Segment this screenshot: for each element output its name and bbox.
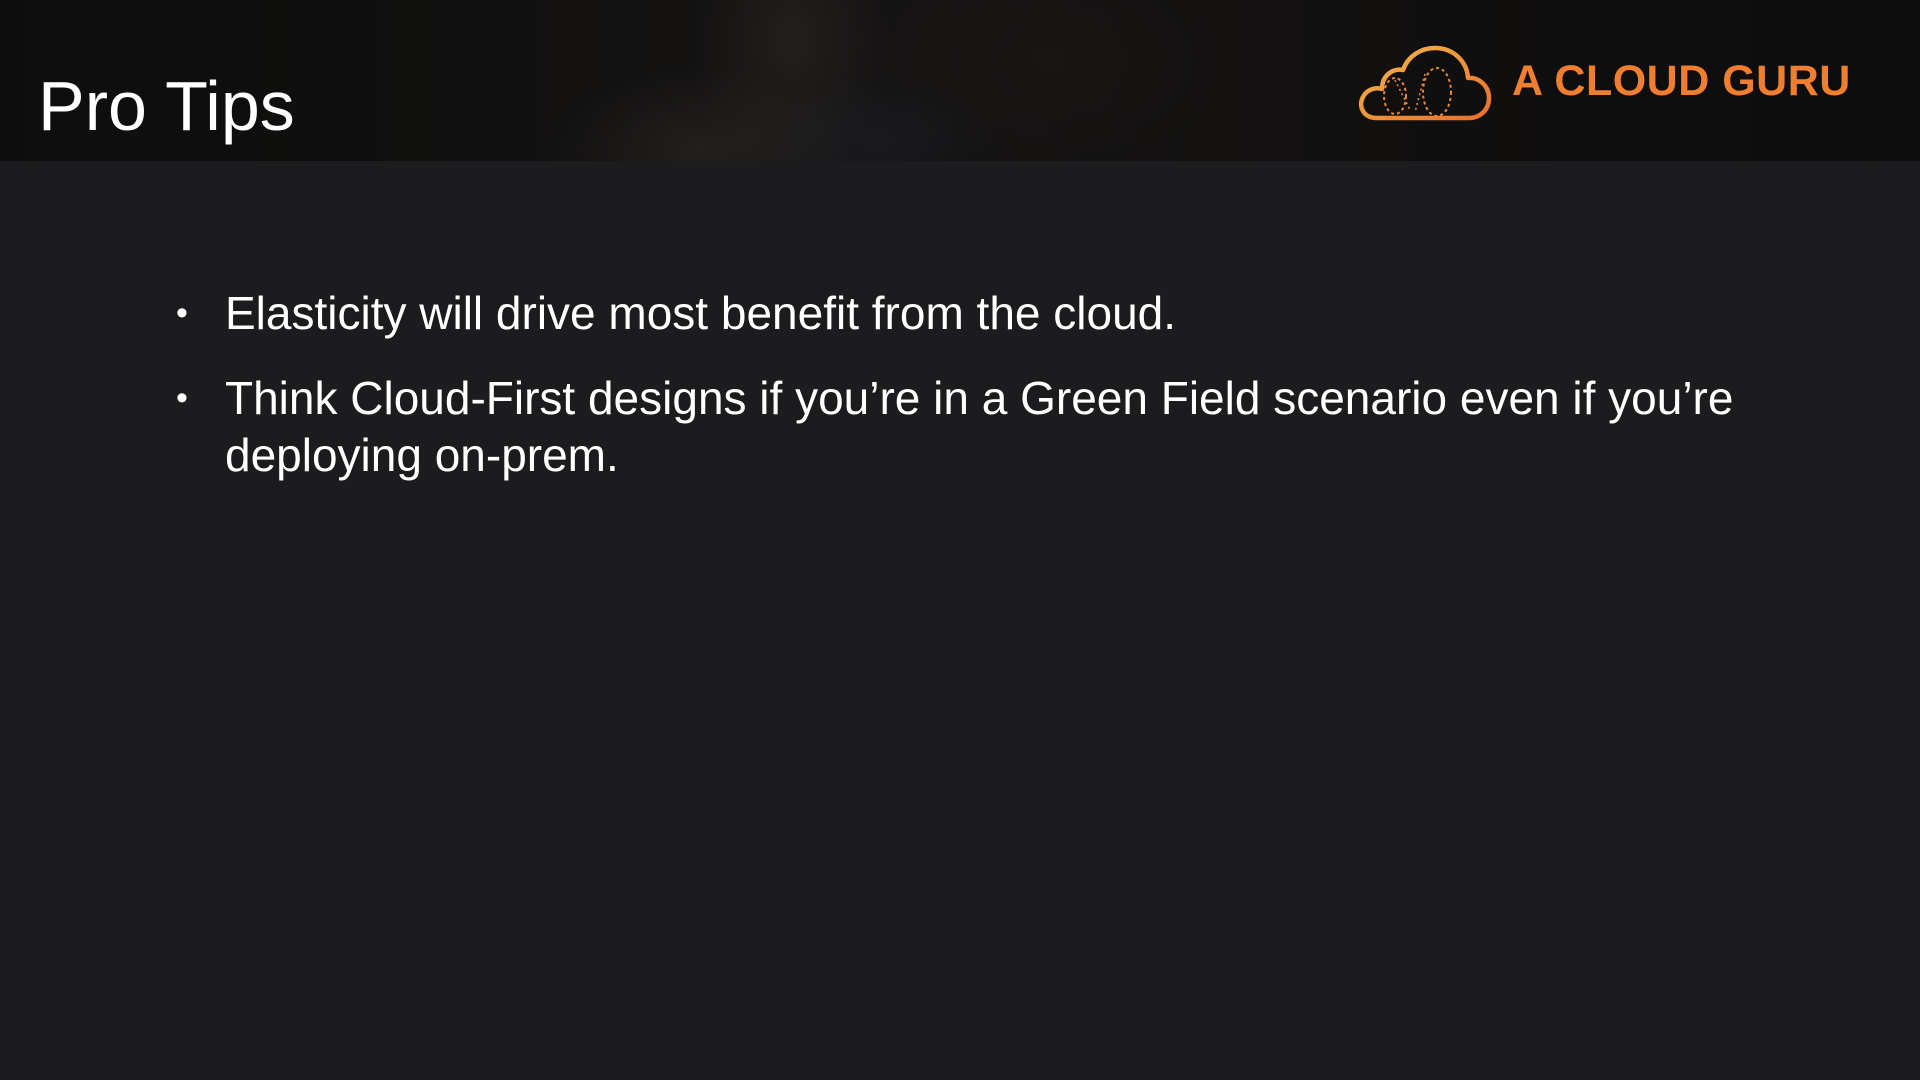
cloud-logo-icon: [1358, 45, 1492, 121]
list-item: • Elasticity will drive most benefit fro…: [170, 285, 1790, 342]
brand-logo-text: A CLOUD GURU: [1512, 57, 1851, 105]
slide: Pro Tips A CLOUD GURU • Elasticity will …: [0, 0, 1920, 1080]
bullet-text: Elasticity will drive most benefit from …: [225, 287, 1177, 339]
bullet-text: Think Cloud-First designs if you’re in a…: [225, 372, 1734, 481]
slide-header: Pro Tips A CLOUD GURU: [0, 0, 1920, 161]
bullet-list: • Elasticity will drive most benefit fro…: [170, 285, 1790, 512]
bullet-icon: •: [176, 379, 188, 417]
brand-logo: A CLOUD GURU: [1355, 40, 1875, 125]
bullet-icon: •: [176, 294, 188, 332]
list-item: • Think Cloud-First designs if you’re in…: [170, 370, 1790, 484]
slide-title: Pro Tips: [38, 67, 295, 145]
